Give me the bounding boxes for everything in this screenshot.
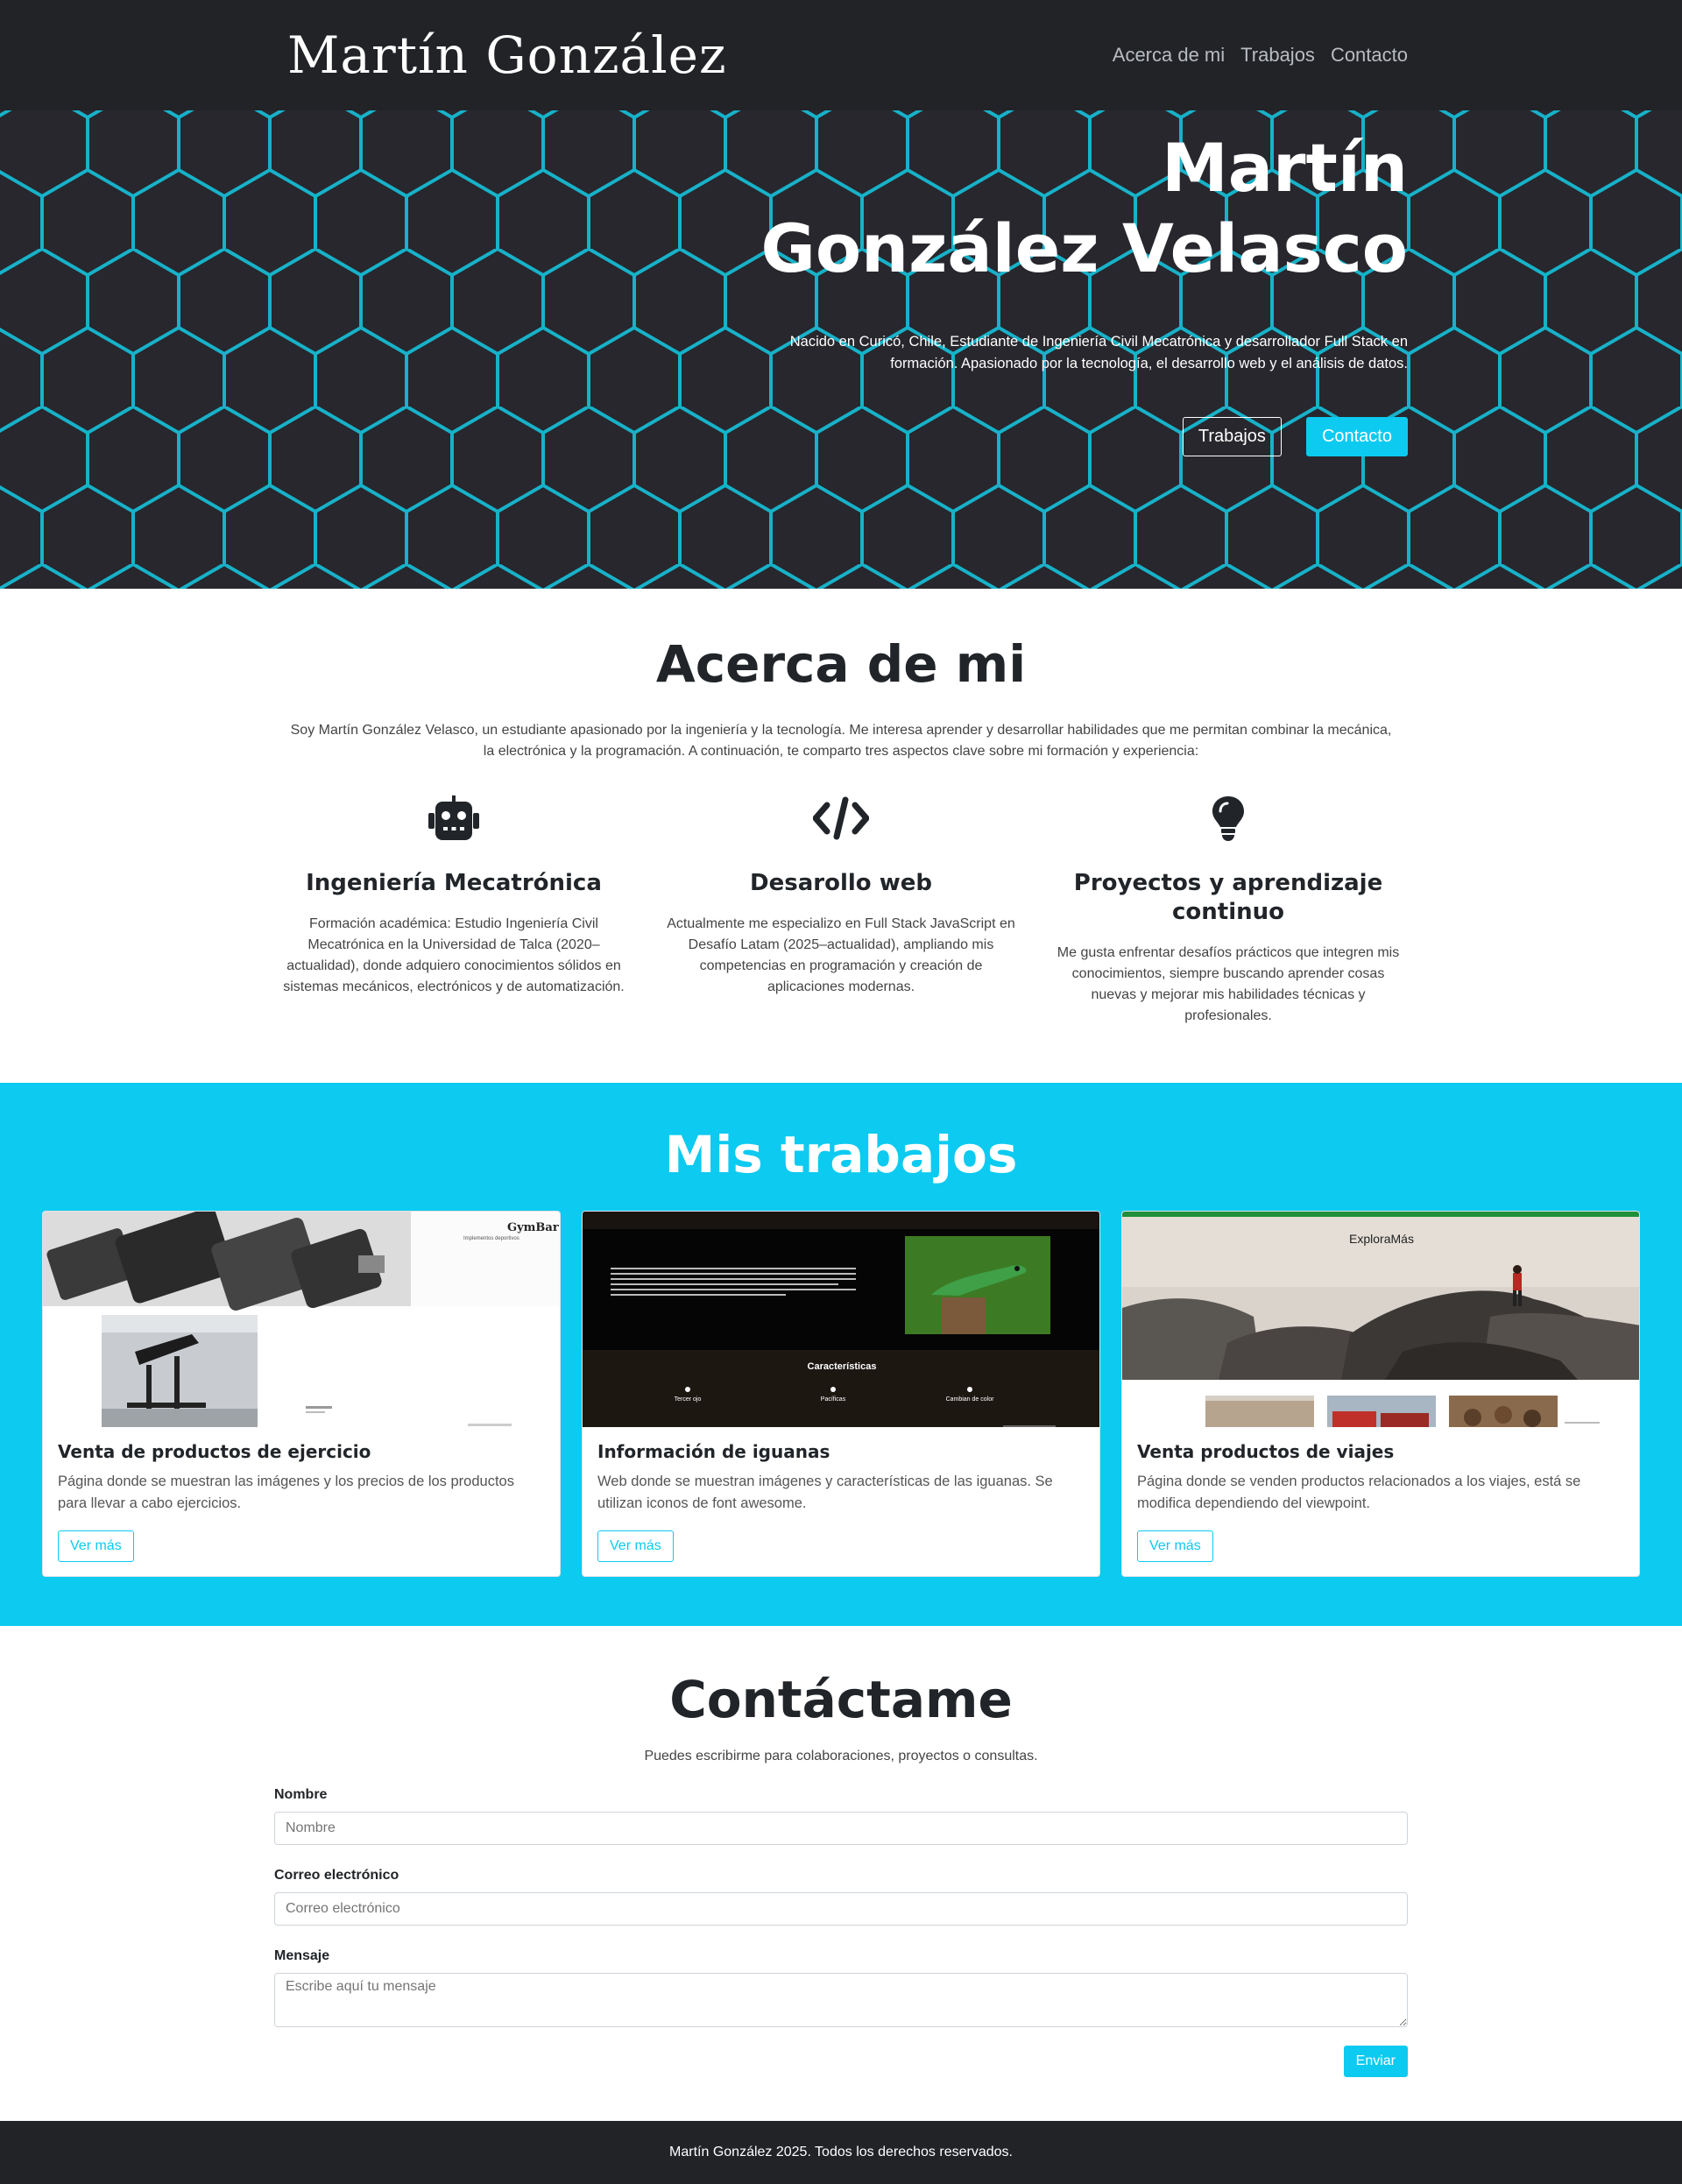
thumb-tagline-text: Implementos deportivos [463,1236,519,1241]
code-icon [813,794,869,843]
message-label: Mensaje [274,1948,330,1963]
work-card-title: Información de iguanas [597,1441,830,1462]
feature-title: Proyectos y aprendizaje continuo [1073,870,1383,925]
message-textarea[interactable] [274,1973,1408,2027]
hero-description-line2: formación. Apasionado por la tecnología,… [890,356,1408,371]
footer: Martín González 2025. Todos los derechos… [0,2121,1682,2184]
about-intro-line1: Soy Martín González Velasco, un estudian… [290,723,1392,738]
hero-section: Martín González Velasco Nacido en Curicó… [0,110,1682,589]
contact-subtitle: Puedes escribirme para colaboraciones, p… [644,1749,1038,1763]
form-group-email: Correo electrónico [274,1868,1408,1926]
nav-link-works[interactable]: Trabajos [1240,44,1315,67]
name-input[interactable] [274,1812,1408,1845]
hero-description-line1: Nacido en Curicó, Chile, Estudiante de I… [789,334,1408,350]
form-group-message: Mensaje [274,1948,1408,2032]
thumb-brand-text: GymBar [507,1221,559,1234]
feature-text: Me gusta enfrentar desafíos prácticos qu… [1057,945,1400,1023]
about-intro-line2: la electrónica y la programación. A cont… [483,744,1199,759]
robot-icon [427,794,481,843]
work-card-title: Venta de productos de ejercicio [58,1441,371,1462]
work-card-body: Información de iguanas Web donde se mues… [583,1427,1099,1576]
hero-title: Martín González Velasco [707,128,1408,289]
lightbulb-icon [1211,794,1246,843]
thumb-item-text: Tercer ojo [675,1396,702,1403]
hero-title-line2: González Velasco [760,209,1408,287]
feature-title: Desarollo web [750,870,932,896]
work-card-travel: ExploraMás Venta productos de viajes Pág [1121,1211,1640,1577]
footer-text: Martín González 2025. Todos los derechos… [669,2145,1013,2159]
feature-text: Formación académica: Estudio Ingeniería … [283,916,625,994]
contact-form: Nombre Correo electrónico Mensaje Enviar [274,1787,1408,2077]
email-input[interactable] [274,1892,1408,1926]
hero-buttons: Trabajos Contacto [707,417,1408,456]
work-card-image[interactable]: GymBar Implementos deportivos [43,1212,560,1427]
hero-title-line1: Martín [1162,129,1408,207]
work-card-title: Venta productos de viajes [1137,1441,1395,1462]
features-row: Ingeniería Mecatrónica Formación académi… [274,794,1408,1027]
about-intro: Soy Martín González Velasco, un estudian… [274,720,1408,762]
email-label: Correo electrónico [274,1868,399,1883]
form-actions: Enviar [274,2046,1408,2077]
form-group-name: Nombre [274,1787,1408,1845]
navbar-brand[interactable]: Martín González [287,25,727,85]
work-card-body: Venta de productos de ejercicio Página d… [43,1427,560,1576]
hero-content: Martín González Velasco Nacido en Curicó… [707,128,1408,456]
feature-mechatronics: Ingeniería Mecatrónica Formación académi… [274,794,633,1027]
contact-title: Contáctame [669,1670,1013,1729]
nav-link-contact[interactable]: Contacto [1331,44,1408,67]
feature-projects: Proyectos y aprendizaje continuo Me gust… [1049,794,1408,1027]
work-card-iguanas: Características Tercer ojo Pacíficas Cam… [582,1211,1100,1577]
work-card-image[interactable]: ExploraMás [1122,1212,1639,1427]
contact-section: Contáctame Puedes escribirme para colabo… [0,1626,1682,2121]
thumb-brand-text: ExploraMás [1349,1232,1414,1246]
hero-contact-button[interactable]: Contacto [1305,417,1408,456]
navbar: Martín González Acerca de mi Trabajos Co… [0,0,1682,110]
works-section: Mis trabajos GymBar Implementos deportiv [0,1083,1682,1626]
send-button[interactable]: Enviar [1343,2046,1408,2077]
hero-description: Nacido en Curicó, Chile, Estudiante de I… [707,331,1408,375]
about-title: Acerca de mi [655,634,1027,694]
work-card-more-button[interactable]: Ver más [1137,1530,1213,1562]
nav-link-about[interactable]: Acerca de mi [1113,44,1225,67]
feature-webdev: Desarollo web Actualmente me especializo… [661,794,1021,1027]
works-title: Mis trabajos [664,1125,1018,1184]
feature-text: Actualmente me especializo en Full Stack… [667,916,1015,994]
works-cards: GymBar Implementos deportivos Venta de p… [42,1211,1640,1577]
work-card-image[interactable]: Características Tercer ojo Pacíficas Cam… [583,1212,1099,1427]
thumb-item-text: Cambian de color [946,1396,995,1403]
work-card-text: Página donde se muestran las imágenes y … [58,1474,514,1511]
name-label: Nombre [274,1787,328,1802]
work-card-body: Venta productos de viajes Página donde s… [1122,1427,1639,1576]
work-card-text: Web donde se muestran imágenes y caracte… [597,1474,1053,1511]
about-section: Acerca de mi Soy Martín González Velasco… [0,589,1682,1083]
hero-works-button[interactable]: Trabajos [1182,417,1282,456]
nav-links: Acerca de mi Trabajos Contacto [1113,44,1408,67]
work-card-text: Página donde se venden productos relacio… [1137,1474,1581,1511]
thumb-item-text: Pacíficas [821,1396,846,1403]
work-card-more-button[interactable]: Ver más [58,1530,134,1562]
work-card-more-button[interactable]: Ver más [597,1530,674,1562]
work-card-gym: GymBar Implementos deportivos Venta de p… [42,1211,561,1577]
feature-title: Ingeniería Mecatrónica [306,870,602,896]
thumb-heading-text: Características [808,1361,877,1372]
